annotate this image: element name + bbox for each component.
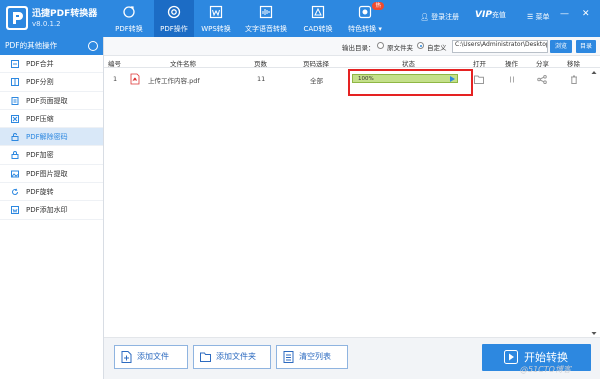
page-extract-icon xyxy=(11,96,19,105)
menu-button[interactable]: ☰ 菜单 xyxy=(527,12,550,22)
col-open: 打开 xyxy=(473,60,486,68)
site-watermark: @51CTO博客 xyxy=(520,365,571,374)
cad-icon xyxy=(311,5,325,19)
pdf-file-icon xyxy=(130,73,140,85)
clear-list-icon xyxy=(283,351,294,363)
trash-icon[interactable] xyxy=(569,75,579,84)
tab-label: WPS转换 xyxy=(201,25,231,33)
audio-bars-icon xyxy=(259,5,273,19)
tab-feature-convert[interactable]: 热 特色转换 ▾ xyxy=(340,0,390,37)
unlock-icon xyxy=(11,133,19,142)
row-pages: 11 xyxy=(257,75,266,83)
sidebar-item-rotate[interactable]: PDF旋转 xyxy=(0,183,103,202)
title-bar: 迅捷PDF转换器 v8.0.1.2 PDF转换 PDF操作 WPS转换 文字语音… xyxy=(0,0,600,37)
col-action: 操作 xyxy=(505,60,518,68)
clear-list-button[interactable]: 清空列表 xyxy=(276,345,348,369)
app-logo-icon xyxy=(6,6,28,30)
table-header: 编号 文件名称 页数 页码选择 状态 打开 操作 分享 移除 xyxy=(104,56,600,68)
app-version: v8.0.1.2 xyxy=(32,20,61,28)
col-remove: 移除 xyxy=(567,60,580,68)
wps-icon xyxy=(209,5,223,19)
tab-label: CAD转换 xyxy=(303,25,333,33)
close-button[interactable]: ✕ xyxy=(582,9,590,19)
hot-badge: 热 xyxy=(372,2,384,10)
col-share: 分享 xyxy=(536,60,549,68)
sidebar-item-split[interactable]: PDF分割 xyxy=(0,73,103,92)
tab-text-voice-convert[interactable]: 文字语音转换 xyxy=(240,0,292,37)
tab-label: PDF操作 xyxy=(160,25,188,33)
row-page-select[interactable]: 全部 xyxy=(310,75,323,85)
menu-icon: ☰ xyxy=(527,13,534,21)
add-folder-button[interactable]: 添加文件夹 xyxy=(193,345,271,369)
play-circle-icon xyxy=(504,350,518,364)
col-index: 编号 xyxy=(108,60,121,68)
feature-icon xyxy=(358,5,372,19)
tab-cad-convert[interactable]: CAD转换 xyxy=(298,0,338,37)
radio-custom-label: 自定义 xyxy=(427,44,447,52)
tab-label: PDF转换 xyxy=(115,25,143,33)
row-index: 1 xyxy=(113,75,118,83)
user-icon: 👤︎ xyxy=(420,13,429,21)
tab-label: 特色转换 ▾ xyxy=(348,25,382,33)
share-icon[interactable] xyxy=(537,75,547,84)
sidebar-item-image-extract[interactable]: PDF图片提取 xyxy=(0,165,103,184)
radio-custom-folder[interactable] xyxy=(417,42,424,49)
browse-button[interactable]: 浏览 xyxy=(550,40,572,53)
col-pages: 页数 xyxy=(254,60,267,68)
sidebar-item-encrypt[interactable]: PDF加密 xyxy=(0,146,103,165)
output-path-input[interactable]: C:\Users\Administrator\Desktop xyxy=(452,40,548,53)
col-page-select: 页码选择 xyxy=(303,60,329,68)
sidebar-item-merge[interactable]: PDF合并 xyxy=(0,55,103,74)
pause-icon[interactable] xyxy=(507,75,517,84)
output-dir-label: 输出目录： xyxy=(342,44,375,52)
target-icon xyxy=(167,5,181,19)
tab-pdf-operation[interactable]: PDF操作 xyxy=(154,0,194,37)
tab-label: 文字语音转换 xyxy=(245,25,287,33)
output-dir-bar: 输出目录： 原文件夹 自定义 C:\Users\Administrator\De… xyxy=(104,37,600,56)
sidebar-header[interactable]: PDF的其他操作 xyxy=(0,37,103,55)
vip-recharge-button[interactable]: VIP充值 xyxy=(475,10,506,20)
refresh-icon xyxy=(123,6,135,18)
tab-wps-convert[interactable]: WPS转换 xyxy=(196,0,236,37)
watermark-icon xyxy=(11,206,19,215)
app-name: 迅捷PDF转换器 xyxy=(32,9,98,19)
folder-open-icon[interactable] xyxy=(474,75,484,84)
sidebar-item-compress[interactable]: PDF压缩 xyxy=(0,110,103,129)
merge-icon xyxy=(11,60,19,68)
minimize-button[interactable]: — xyxy=(560,9,569,19)
scrollbar[interactable] xyxy=(590,68,598,338)
add-file-icon xyxy=(121,351,132,363)
col-status: 状态 xyxy=(402,60,415,68)
main-panel: 输出目录： 原文件夹 自定义 C:\Users\Administrator\De… xyxy=(104,37,600,379)
lock-icon xyxy=(11,151,19,160)
radio-original-folder[interactable] xyxy=(377,42,384,49)
split-icon xyxy=(11,78,19,87)
rotate-icon xyxy=(12,188,18,196)
login-link[interactable]: 👤︎ 登录注册 xyxy=(420,12,459,22)
chevron-down-icon: ▾ xyxy=(376,25,382,33)
image-extract-icon xyxy=(11,170,19,178)
add-file-button[interactable]: 添加文件 xyxy=(114,345,188,369)
highlight-annotation xyxy=(348,69,473,96)
radio-original-label: 原文件夹 xyxy=(387,44,413,52)
sidebar-item-add-watermark[interactable]: PDF添加水印 xyxy=(0,201,103,220)
col-filename: 文件名称 xyxy=(170,60,196,68)
add-folder-icon xyxy=(200,352,211,362)
collapse-icon[interactable] xyxy=(88,41,98,51)
sidebar-item-unlock-password[interactable]: PDF解除密码 xyxy=(0,128,103,147)
sidebar: PDF的其他操作 PDF合并 PDF分割 PDF页面提取 PDF压缩 PDF解除… xyxy=(0,37,104,379)
sidebar-item-page-extract[interactable]: PDF页面提取 xyxy=(0,92,103,110)
compress-icon xyxy=(11,114,19,123)
tab-pdf-convert[interactable]: PDF转换 xyxy=(104,0,154,37)
open-dir-button[interactable]: 目录 xyxy=(576,40,596,53)
row-filename: 上传工作内容.pdf xyxy=(148,77,200,85)
